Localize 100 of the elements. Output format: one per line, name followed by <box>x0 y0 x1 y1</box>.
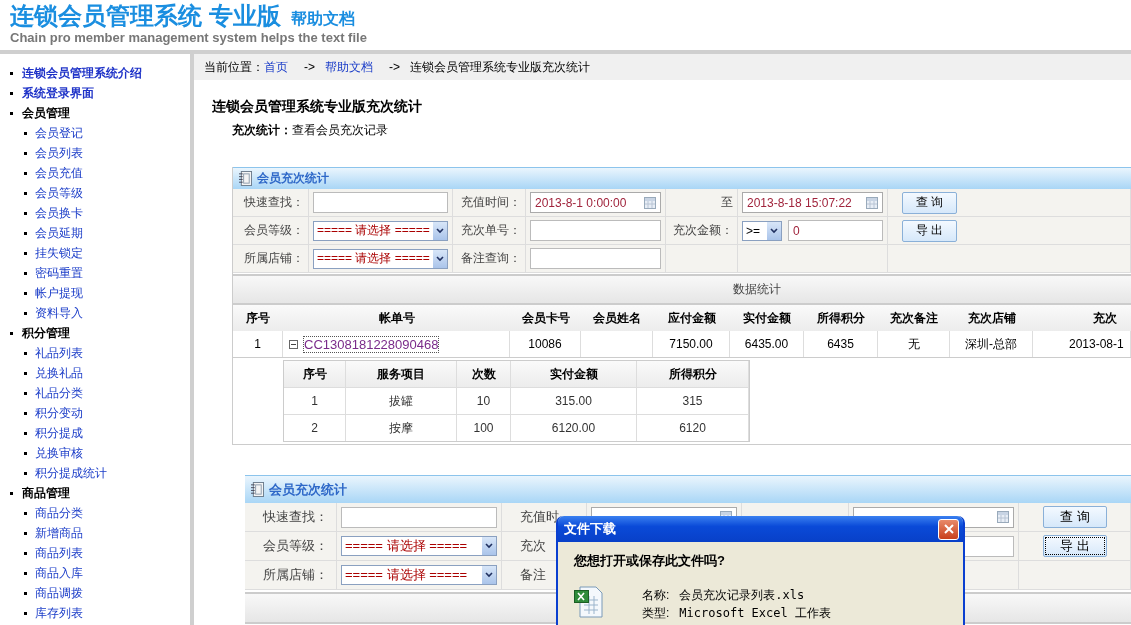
field-label: 充次金额： <box>673 222 733 239</box>
article-title: 连锁会员管理系统专业版充次统计 <box>212 97 423 116</box>
column-header: 帐单号 <box>377 309 416 327</box>
input-field[interactable] <box>313 192 448 213</box>
file-info-value: 会员充次记录列表.xls <box>679 587 805 604</box>
table-cell: 315.00 <box>511 388 637 414</box>
sidebar-item[interactable]: 会员登记 <box>35 123 83 143</box>
sidebar-link[interactable]: 连锁会员管理系统介绍 <box>22 63 142 83</box>
dropdown-field[interactable]: ===== 请选择 ===== <box>341 536 497 556</box>
sidebar-item[interactable]: 积分提成 <box>35 423 83 443</box>
column-header: 会员姓名 <box>592 309 642 327</box>
sidebar-item[interactable]: 商品调拨 <box>35 583 83 603</box>
field-label: 快速查找： <box>263 508 328 526</box>
breadcrumb-link[interactable]: 帮助文档 <box>325 58 373 76</box>
table-cell: 深圳-总部 <box>965 335 1017 353</box>
field-label: 充次 <box>520 537 546 555</box>
field-label: 会员等级： <box>263 537 328 555</box>
site-subtitle: 帮助文档 <box>290 9 355 29</box>
file-info-label: 名称: <box>642 587 670 604</box>
notebook-icon <box>251 482 264 497</box>
sidebar-item[interactable]: 新增商品 <box>35 523 83 543</box>
input-field[interactable] <box>341 506 497 528</box>
input-field[interactable] <box>530 220 661 241</box>
sidebar-section: 会员管理 <box>22 103 70 123</box>
site-title: 连锁会员管理系统 专业版 <box>10 2 281 30</box>
column-header: 充次 <box>1092 309 1118 327</box>
spreadsheet-file-icon <box>574 586 604 618</box>
form-button[interactable]: 导 出 <box>1043 535 1107 557</box>
field-label: 快速查找： <box>244 194 304 211</box>
column-header: 充次店铺 <box>966 309 1017 327</box>
table-cell: 6435.00 <box>744 337 789 351</box>
sidebar-item[interactable]: 积分提成统计 <box>35 463 107 483</box>
panel-title: 会员充次统计 <box>257 170 329 187</box>
panel-title: 会员充次统计 <box>269 480 347 499</box>
breadcrumb-separator: -> <box>389 60 401 74</box>
sidebar-item[interactable]: 会员等级 <box>35 183 83 203</box>
table-cell: 6120.00 <box>511 415 637 441</box>
table-cell: 1 <box>284 388 346 414</box>
dropdown-field[interactable]: ===== 请选择 ===== <box>341 565 497 585</box>
sidebar-item[interactable]: 兑换审核 <box>35 443 83 463</box>
table-cell: 6120 <box>637 415 749 441</box>
field-label: 至 <box>721 194 733 211</box>
table-cell: 6435 <box>827 337 854 351</box>
sidebar-item[interactable]: 积分变动 <box>35 403 83 423</box>
close-icon <box>943 524 954 534</box>
sidebar-item[interactable]: 挂失锁定 <box>35 243 83 263</box>
sidebar-item[interactable]: 库存列表 <box>35 603 83 623</box>
input-field[interactable] <box>530 248 661 269</box>
sidebar-item[interactable]: 礼品列表 <box>35 343 83 363</box>
column-header: 会员卡号 <box>520 309 571 327</box>
bill-link[interactable]: CC1308181228090468 <box>304 336 439 352</box>
table-cell: 2 <box>284 415 346 441</box>
table-cell: 1 <box>254 337 261 351</box>
column-header: 充次备注 <box>889 309 939 327</box>
field-label: 充次单号： <box>461 222 521 239</box>
field-label: 备注 <box>520 566 546 584</box>
stats-heading: 数据统计 <box>733 281 781 298</box>
column-header: 应付金额 <box>666 309 717 327</box>
dropdown-field[interactable]: ===== 请选择 ===== <box>313 248 448 269</box>
sidebar-item[interactable]: 会员列表 <box>35 143 83 163</box>
calendar-icon <box>997 511 1009 523</box>
sidebar-link[interactable]: 系统登录界面 <box>22 83 94 103</box>
dialog-question: 您想打开或保存此文件吗? <box>574 552 726 570</box>
sidebar-item[interactable]: 会员换卡 <box>35 203 83 223</box>
calendar-icon <box>866 196 878 209</box>
sidebar-item[interactable]: 兑换礼品 <box>35 363 83 383</box>
date-field[interactable]: 2013-8-18 15:07:22 <box>742 192 883 213</box>
table-cell: 拔罐 <box>346 388 457 414</box>
column-header: 所得积分 <box>816 309 866 327</box>
field-label: 备注查询： <box>461 250 521 267</box>
amount-field[interactable]: 0 <box>788 220 883 241</box>
breadcrumb-separator: -> <box>304 60 315 74</box>
sidebar-item[interactable]: 商品入库 <box>35 563 83 583</box>
form-button[interactable]: 查 询 <box>1043 506 1107 528</box>
breadcrumb-link[interactable]: 首页 <box>264 58 288 76</box>
breadcrumb-label: 当前位置： <box>204 58 264 76</box>
close-button[interactable] <box>938 518 959 540</box>
dropdown-field[interactable]: ===== 请选择 ===== <box>313 220 448 241</box>
date-field[interactable]: 2013-8-1 0:00:00 <box>530 192 661 213</box>
sidebar-item[interactable]: 密码重置 <box>35 263 83 283</box>
sidebar-item[interactable]: 礼品分类 <box>35 383 83 403</box>
table-cell: 100 <box>457 415 511 441</box>
sidebar-item[interactable]: 会员延期 <box>35 223 83 243</box>
table-cell: 10 <box>457 388 511 414</box>
sidebar-item[interactable]: 资料导入 <box>35 303 83 323</box>
table-cell: 10086 <box>528 337 562 351</box>
sidebar-item[interactable]: 商品列表 <box>35 543 83 563</box>
column-header: 次数 <box>457 361 511 387</box>
dialog-title: 文件下载 <box>564 520 616 538</box>
table-cell: 无 <box>907 335 920 353</box>
form-button[interactable]: 导 出 <box>902 219 957 242</box>
operator-dropdown[interactable]: >= <box>742 220 782 241</box>
collapse-toggle[interactable] <box>289 339 298 349</box>
sidebar-section: 商品管理 <box>22 483 70 503</box>
sidebar-item[interactable]: 会员充值 <box>35 163 83 183</box>
table-cell: 7150.00 <box>669 337 713 351</box>
sidebar-item[interactable]: 帐户提现 <box>35 283 83 303</box>
column-header: 实付金额 <box>742 309 792 327</box>
form-button[interactable]: 查 询 <box>902 191 957 214</box>
sidebar-item[interactable]: 商品分类 <box>35 503 83 523</box>
